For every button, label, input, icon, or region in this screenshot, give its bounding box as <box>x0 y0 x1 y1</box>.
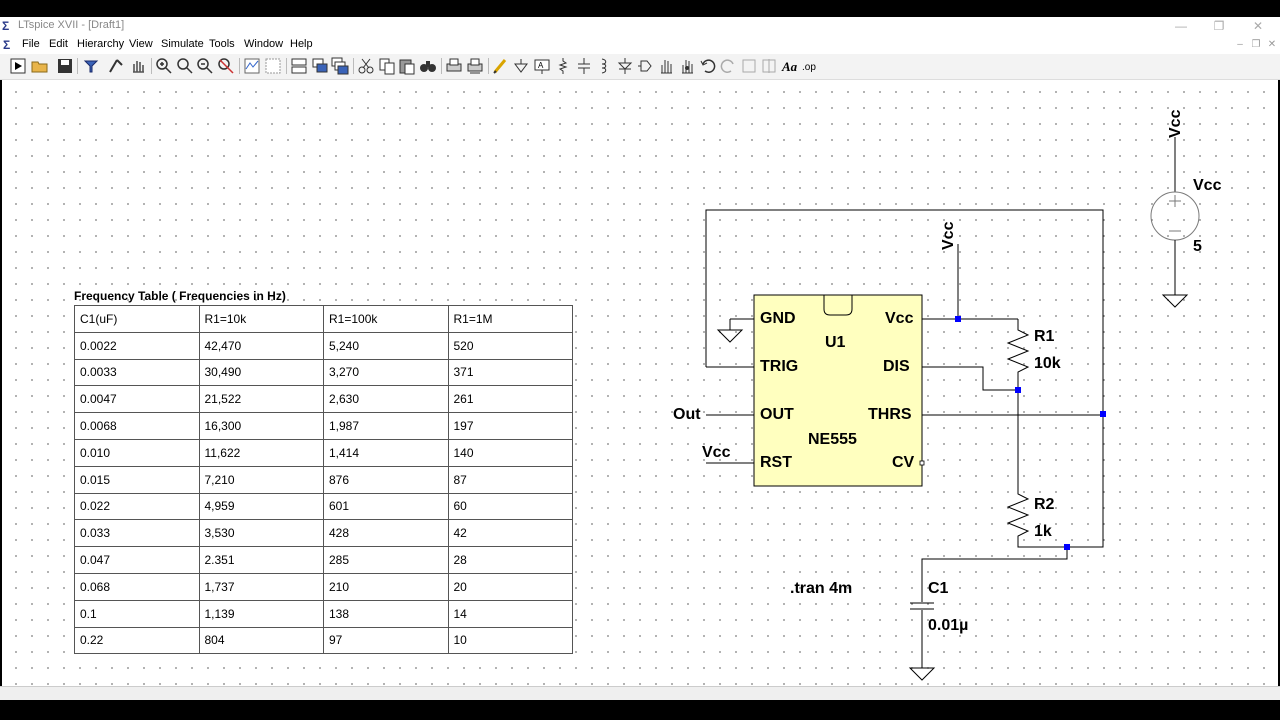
ic-instance-name: U1 <box>825 334 846 351</box>
pin-label-rst: RST <box>760 454 792 471</box>
c1-value-label: 0.01µ <box>928 617 969 634</box>
pin-label-out: OUT <box>760 406 794 423</box>
source-value-label: 5 <box>1193 238 1202 255</box>
junction-dot[interactable] <box>1015 387 1021 393</box>
screen-bottom-bar <box>0 700 1280 720</box>
source-name-label: Vcc <box>1193 177 1222 194</box>
c1-ground-symbol <box>908 667 936 681</box>
pin-label-dis: DIS <box>883 358 910 375</box>
source-ground-symbol <box>1161 294 1189 308</box>
r2-name-label: R2 <box>1034 496 1055 513</box>
junction-dot[interactable] <box>1100 411 1106 417</box>
out-net-label: Out <box>673 406 701 423</box>
rst-vcc-net-label: Vcc <box>702 444 731 461</box>
pin-label-trig: TRIG <box>760 358 799 375</box>
status-bar <box>0 686 1280 701</box>
dis-pin-wire <box>922 366 1018 391</box>
pin-label-gnd: GND <box>760 310 796 327</box>
r1-resistor[interactable] <box>1006 319 1030 390</box>
pin-label-thrs: THRS <box>868 406 912 423</box>
junction-dot[interactable] <box>1064 544 1070 550</box>
c1-name-label: C1 <box>928 580 949 597</box>
r2-value-label: 1k <box>1034 523 1052 540</box>
pin-label-vcc: Vcc <box>885 310 914 327</box>
plus-icon <box>1169 195 1181 207</box>
top-vcc-net-label: Vcc <box>1167 109 1184 138</box>
ic-vcc-net-label: Vcc <box>940 221 957 250</box>
ic-part-name: NE555 <box>808 431 857 448</box>
r1-value-label: 10k <box>1034 355 1061 372</box>
ic-ground-symbol <box>716 319 744 343</box>
tran-directive[interactable]: .tran 4m <box>790 580 852 598</box>
c1-capacitor[interactable] <box>910 602 934 610</box>
r1-name-label: R1 <box>1034 328 1055 345</box>
pin-label-cv: CV <box>892 454 915 471</box>
junction-dot[interactable] <box>955 316 961 322</box>
cv-pin-open <box>919 460 925 466</box>
schematic-drawing <box>705 137 1200 681</box>
